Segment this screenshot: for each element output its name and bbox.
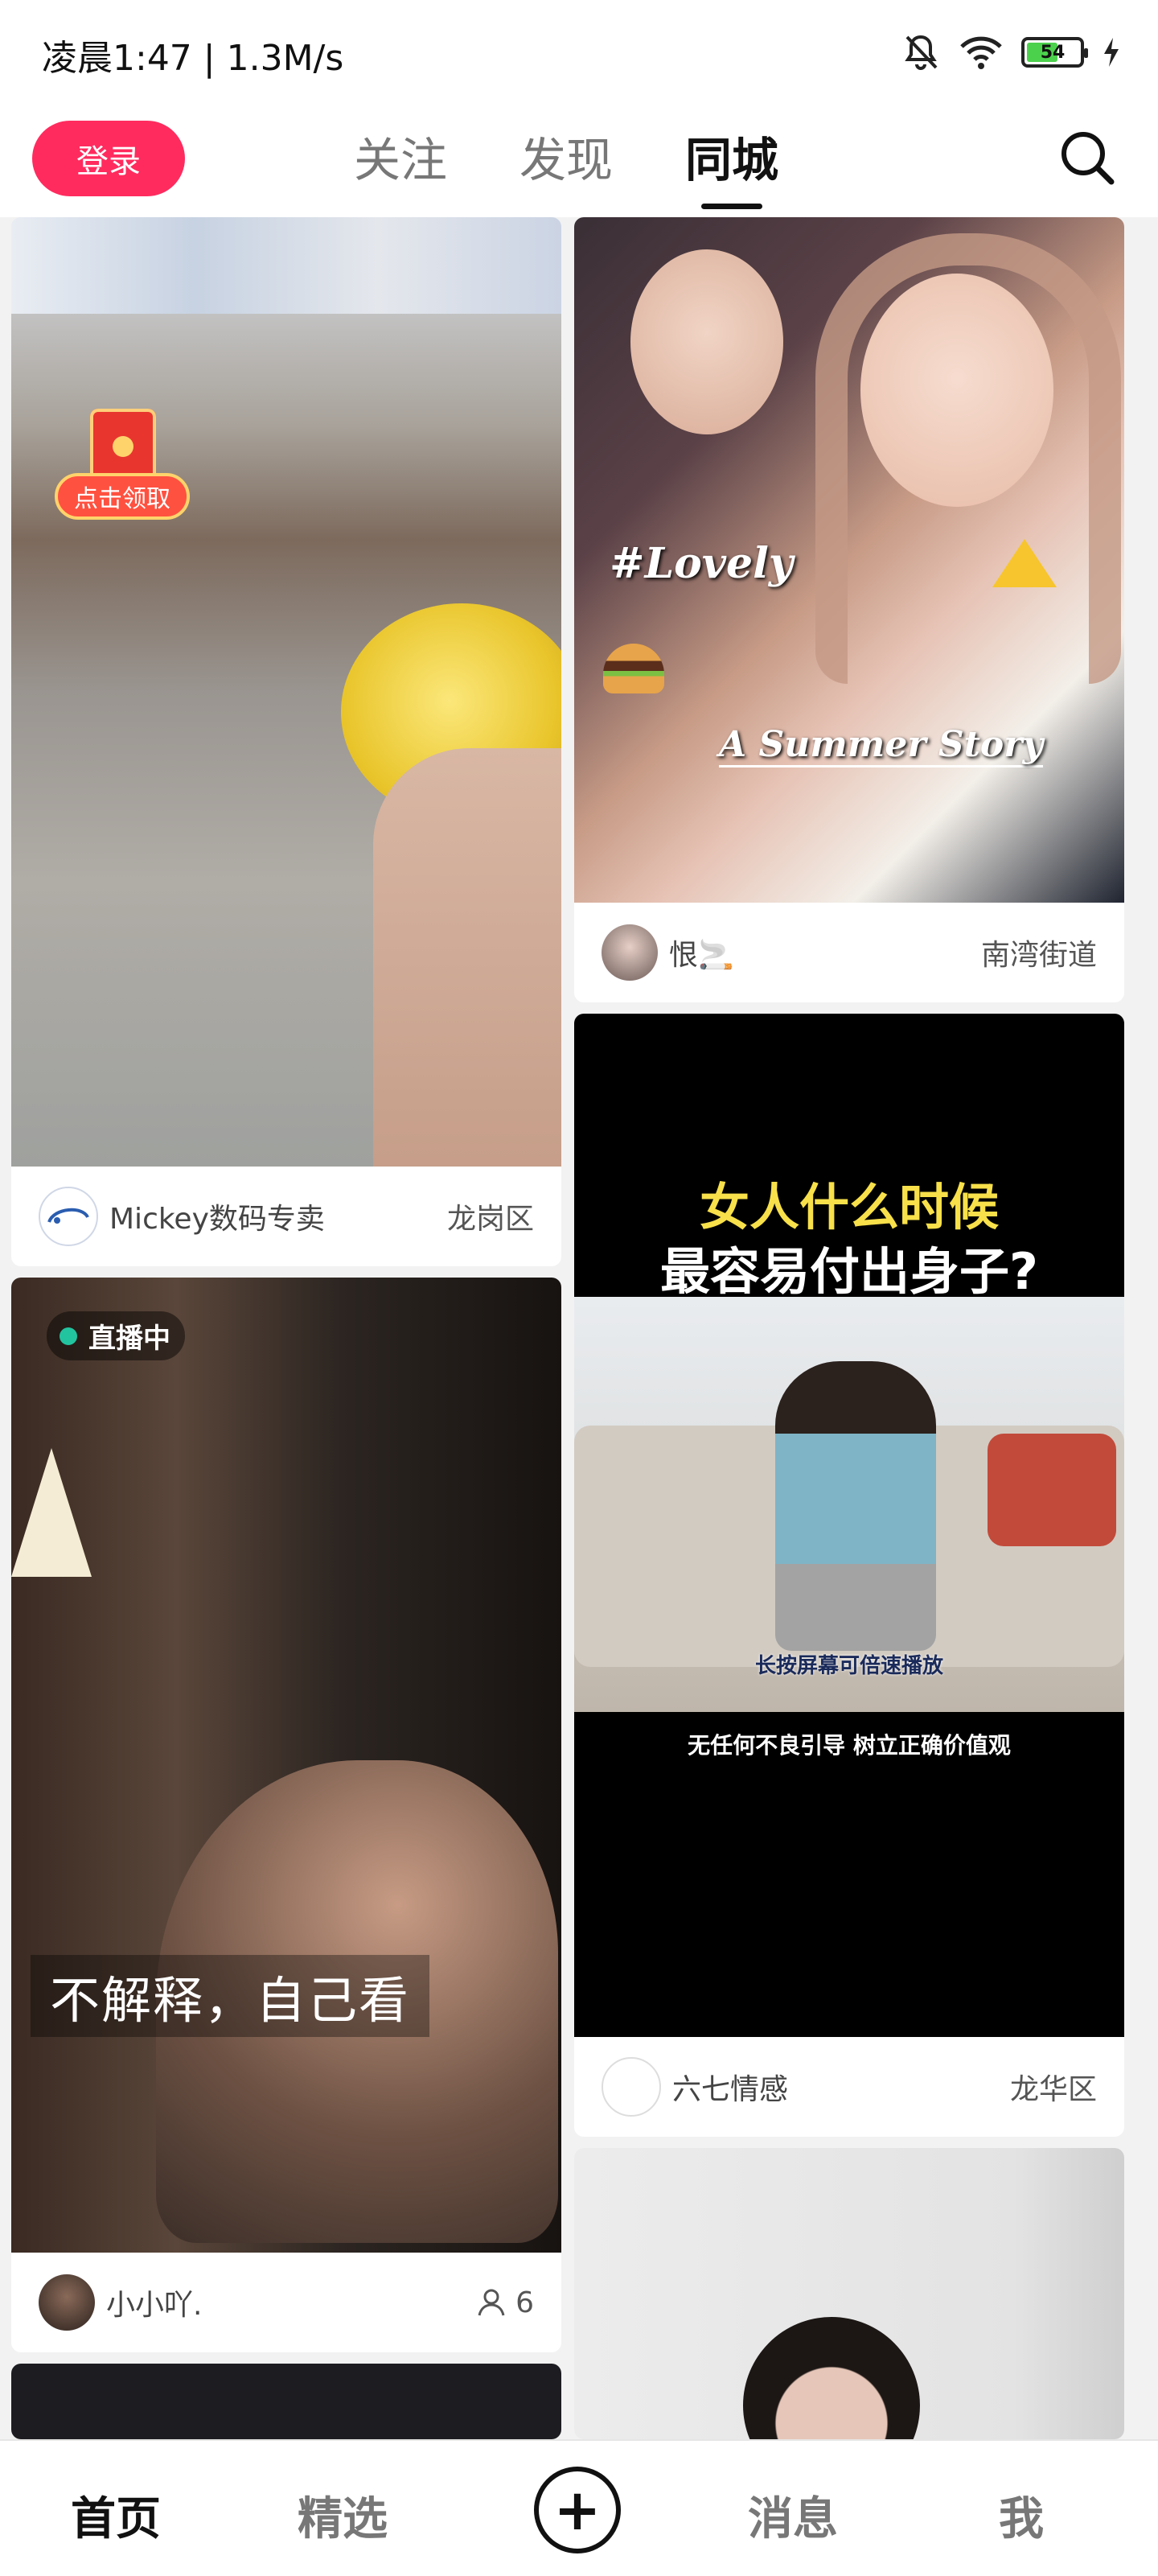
tab-local[interactable]: 同城 [685, 122, 778, 209]
location-label: 龙岗区 [446, 1203, 534, 1236]
status-icons: 54 [901, 32, 1121, 72]
location-label: 南湾街道 [980, 939, 1097, 972]
charging-icon [1104, 38, 1119, 67]
top-tabs: 关注 发现 同城 [354, 122, 778, 209]
tab-follow[interactable]: 关注 [354, 122, 447, 190]
location-label: 龙华区 [1009, 2073, 1097, 2106]
feed-card[interactable] [574, 2148, 1124, 2439]
author-name[interactable]: 小小吖. [106, 2282, 475, 2323]
claim-badge[interactable]: 点击领取 [55, 473, 190, 520]
face-shape [630, 249, 783, 434]
live-badge[interactable]: 直播中 [47, 1311, 185, 1360]
author-name[interactable]: Mickey数码专卖 [109, 1195, 447, 1237]
wifi-icon [960, 36, 1002, 69]
overlay-lovely: #Lovely [610, 539, 794, 588]
feed-card[interactable]: 直播中 不解释，自己看 小小吖. 6 [11, 1278, 561, 2352]
terminal-lights [11, 217, 561, 314]
card-meta: 恨🚬 南湾街道 [574, 903, 1124, 1002]
cushion-shape [988, 1434, 1116, 1546]
feed-card[interactable] [11, 2364, 561, 2439]
hand-shape [373, 748, 561, 1167]
lamp-shade-shape [11, 1448, 92, 1577]
disney-logo-icon [47, 1208, 89, 1224]
feed-card[interactable]: 女人什么时候 最容易付出身子? 长按屏幕可倍速播放 无任何不良引导 树立正确价值… [574, 1014, 1124, 2137]
tab-discover[interactable]: 发现 [519, 122, 613, 190]
burger-sticker-icon [603, 644, 664, 693]
headline-line1: 女人什么时候 [699, 1178, 999, 1237]
login-button[interactable]: 登录 [32, 121, 185, 196]
card-meta: 小小吖. 6 [11, 2253, 561, 2352]
overlay-summer-story: A Summer Story [719, 724, 1044, 767]
video-thumbnail[interactable]: 点击领取 [11, 217, 561, 1167]
video-notice: 无任何不良引导 树立正确价值观 [688, 1732, 1011, 1759]
figure-shape [743, 2317, 920, 2439]
status-time: 凌晨1:47 | 1.3M/s [42, 38, 344, 79]
feed-card[interactable]: 点击领取 Mickey数码专卖 龙岗区 [11, 217, 561, 1266]
battery-level: 54 [1040, 42, 1066, 63]
nav-featured[interactable]: 精选 [298, 2483, 388, 2548]
cheese-sticker-icon [992, 539, 1057, 587]
nav-me[interactable]: 我 [999, 2483, 1044, 2548]
hair-shape [815, 233, 1121, 684]
video-subtitle: 长按屏幕可倍速播放 [754, 1654, 943, 1678]
search-icon[interactable] [1055, 126, 1119, 190]
status-bar: 凌晨1:47 | 1.3M/s 54 [0, 0, 1158, 105]
add-button[interactable]: + [534, 2467, 621, 2553]
battery-icon: 54 [1021, 37, 1088, 68]
author-avatar[interactable] [602, 924, 658, 981]
author-avatar[interactable] [39, 2274, 95, 2331]
card-meta: 六七情感 龙华区 [574, 2037, 1124, 2137]
nav-home[interactable]: 首页 [71, 2483, 161, 2548]
author-name[interactable]: 六七情感 [672, 2066, 1010, 2108]
viewer-count: 6 [515, 2286, 534, 2319]
feed-card[interactable]: #Lovely A Summer Story 恨🚬 南湾街道 [574, 217, 1124, 1002]
video-thumbnail[interactable]: 直播中 不解释，自己看 [11, 1278, 561, 2253]
video-thumbnail[interactable]: 女人什么时候 最容易付出身子? 长按屏幕可倍速播放 无任何不良引导 树立正确价值… [574, 1014, 1124, 2037]
top-nav: 登录 关注 发现 同城 [0, 105, 1158, 217]
live-label: 直播中 [88, 1323, 170, 1355]
live-dot-icon [60, 1327, 77, 1345]
nav-messages[interactable]: 消息 [748, 2483, 838, 2548]
figure-shape [775, 1361, 936, 1651]
viewer-icon [478, 2289, 505, 2316]
bottom-nav: 首页 精选 + 消息 我 [0, 2439, 1158, 2576]
author-avatar[interactable] [602, 2057, 661, 2117]
card-meta: Mickey数码专卖 龙岗区 [11, 1167, 561, 1266]
video-thumbnail[interactable]: #Lovely A Summer Story [574, 217, 1124, 903]
author-name[interactable]: 恨🚬 [669, 932, 981, 973]
video-caption: 不解释，自己看 [31, 1955, 430, 2037]
headline-line2: 最容易付出身子? [660, 1242, 1038, 1301]
scene-image: 长按屏幕可倍速播放 [574, 1297, 1124, 1712]
video-thumbnail[interactable] [574, 2148, 1124, 2439]
author-avatar[interactable] [39, 1187, 98, 1246]
video-thumbnail[interactable] [11, 2364, 561, 2439]
mute-bell-icon [905, 35, 938, 70]
